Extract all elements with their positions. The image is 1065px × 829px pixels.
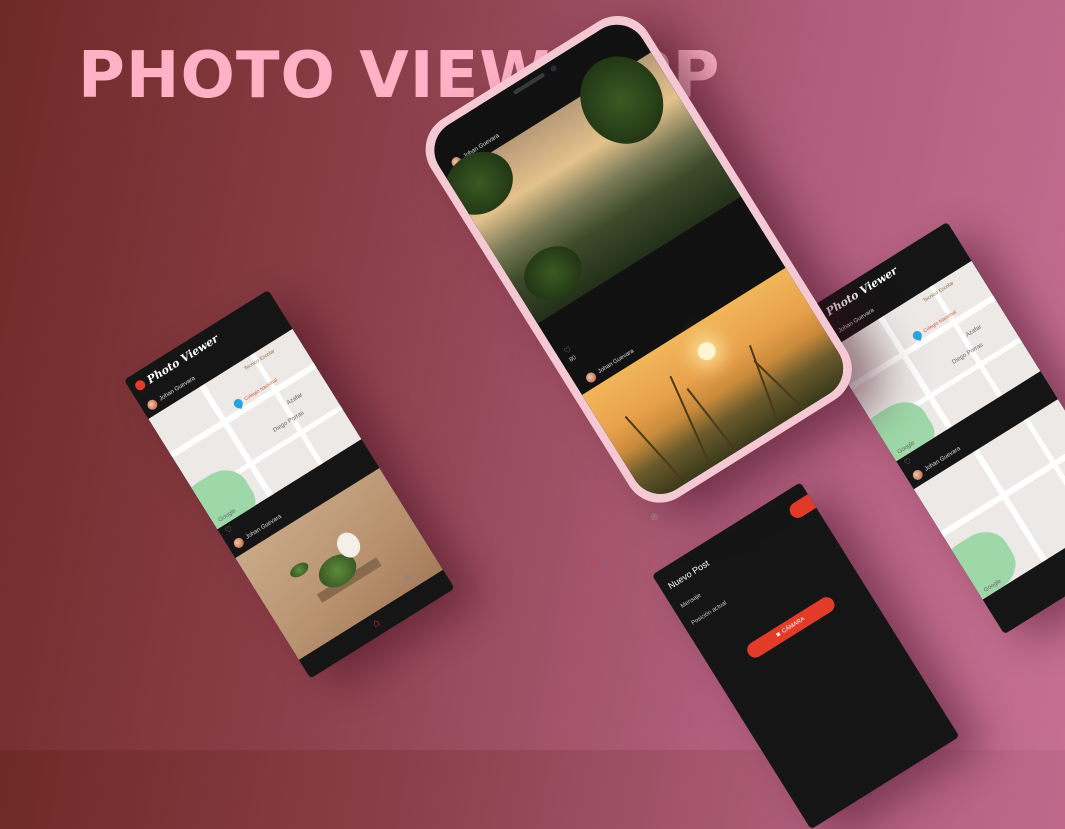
gallery-button-label: GALERÍA <box>820 482 846 498</box>
avatar <box>584 370 599 385</box>
avatar <box>145 397 160 412</box>
camera-button[interactable]: ◙ CÁMARA <box>744 594 838 661</box>
home-icon[interactable]: ⌂ <box>370 616 382 630</box>
image-icon: ▣ <box>812 494 821 503</box>
new-post-screen: Nuevo Post Mensaje Posición actual ▣ GAL… <box>652 482 960 829</box>
home-icon[interactable]: ⌂ <box>590 553 597 567</box>
add-post-icon[interactable]: ⊕ <box>650 512 658 523</box>
post-photo[interactable] <box>581 267 855 506</box>
avatar <box>231 536 246 550</box>
logo-icon <box>133 378 148 393</box>
left-screen: Photo Viewer Johan Guevara Colegio Nacio… <box>124 289 455 679</box>
camera-icon: ◙ <box>775 631 782 639</box>
map-street-label: Azafar <box>285 392 304 407</box>
map-street-label: Azafar <box>964 324 983 339</box>
camera-button-label: CÁMARA <box>781 616 807 635</box>
avatar <box>910 468 925 482</box>
